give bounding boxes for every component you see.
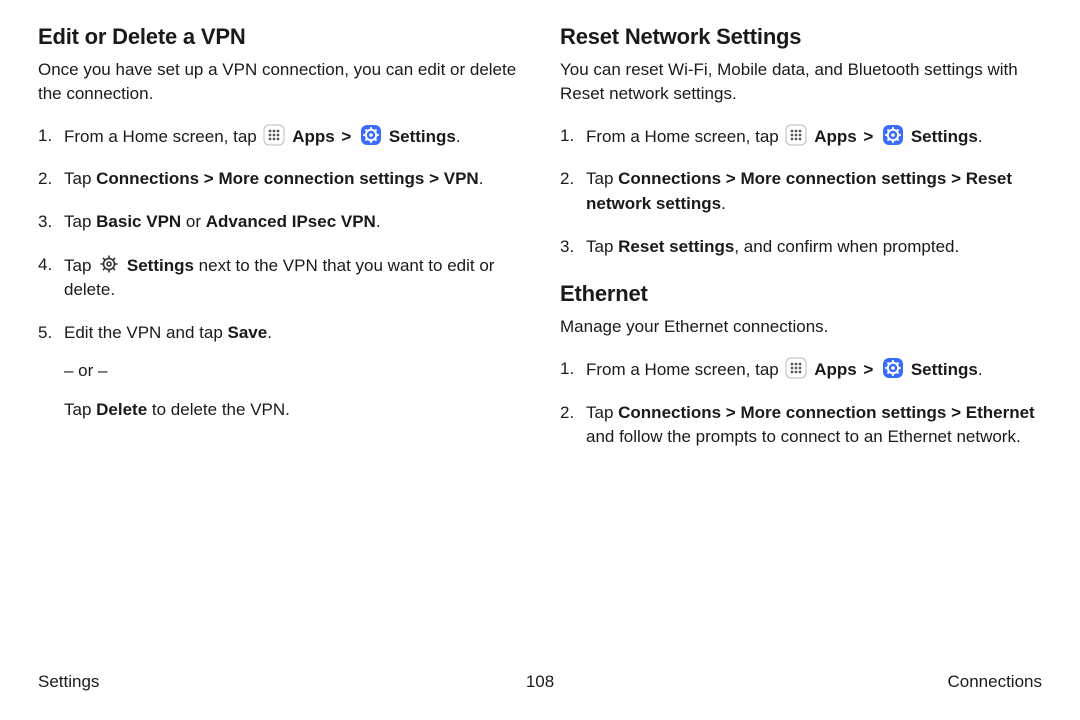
step-2: Tap Connections > More connection settin… bbox=[38, 167, 520, 192]
settings-gear-icon bbox=[882, 124, 904, 146]
right-column: Reset Network Settings You can reset Wi-… bbox=[560, 24, 1042, 468]
step-3: Tap Basic VPN or Advanced IPsec VPN. bbox=[38, 210, 520, 235]
step-3: Tap Reset settings, and confirm when pro… bbox=[560, 235, 1042, 260]
page-footer: Settings 108 Connections bbox=[38, 672, 1042, 692]
step-5-alt: Tap Delete to delete the VPN. bbox=[64, 398, 520, 423]
apps-icon bbox=[785, 124, 807, 146]
gear-outline-icon bbox=[98, 253, 120, 275]
intro-ethernet: Manage your Ethernet connections. bbox=[560, 315, 1042, 339]
footer-right: Connections bbox=[947, 672, 1042, 692]
steps-list: From a Home screen, tap Apps > Settings.… bbox=[38, 124, 520, 423]
apps-label: Apps bbox=[292, 127, 335, 146]
apps-icon bbox=[785, 357, 807, 379]
steps-list-reset: From a Home screen, tap Apps > Settings.… bbox=[560, 124, 1042, 260]
settings-label: Settings bbox=[389, 127, 456, 146]
left-column: Edit or Delete a VPN Once you have set u… bbox=[38, 24, 520, 468]
intro-text: Once you have set up a VPN connection, y… bbox=[38, 58, 520, 106]
footer-left: Settings bbox=[38, 672, 99, 692]
apps-icon bbox=[263, 124, 285, 146]
intro-reset: You can reset Wi-Fi, Mobile data, and Bl… bbox=[560, 58, 1042, 106]
ethernet-section: Ethernet Manage your Ethernet connection… bbox=[560, 281, 1042, 450]
heading-edit-delete-vpn: Edit or Delete a VPN bbox=[38, 24, 520, 50]
step-1: From a Home screen, tap Apps > Settings. bbox=[560, 124, 1042, 150]
step-4: Tap Settings next to the VPN that you wa… bbox=[38, 253, 520, 303]
settings-gear-icon bbox=[360, 124, 382, 146]
heading-ethernet: Ethernet bbox=[560, 281, 1042, 307]
page-number: 108 bbox=[526, 672, 554, 692]
step-1: From a Home screen, tap Apps > Settings. bbox=[38, 124, 520, 150]
heading-reset-network: Reset Network Settings bbox=[560, 24, 1042, 50]
step-5: Edit the VPN and tap Save. – or – Tap De… bbox=[38, 321, 520, 423]
settings-gear-icon bbox=[882, 357, 904, 379]
step-2: Tap Connections > More connection settin… bbox=[560, 401, 1042, 450]
step-2: Tap Connections > More connection settin… bbox=[560, 167, 1042, 216]
steps-list-ethernet: From a Home screen, tap Apps > Settings.… bbox=[560, 357, 1042, 450]
step-1: From a Home screen, tap Apps > Settings. bbox=[560, 357, 1042, 383]
or-line: – or – bbox=[64, 359, 520, 384]
